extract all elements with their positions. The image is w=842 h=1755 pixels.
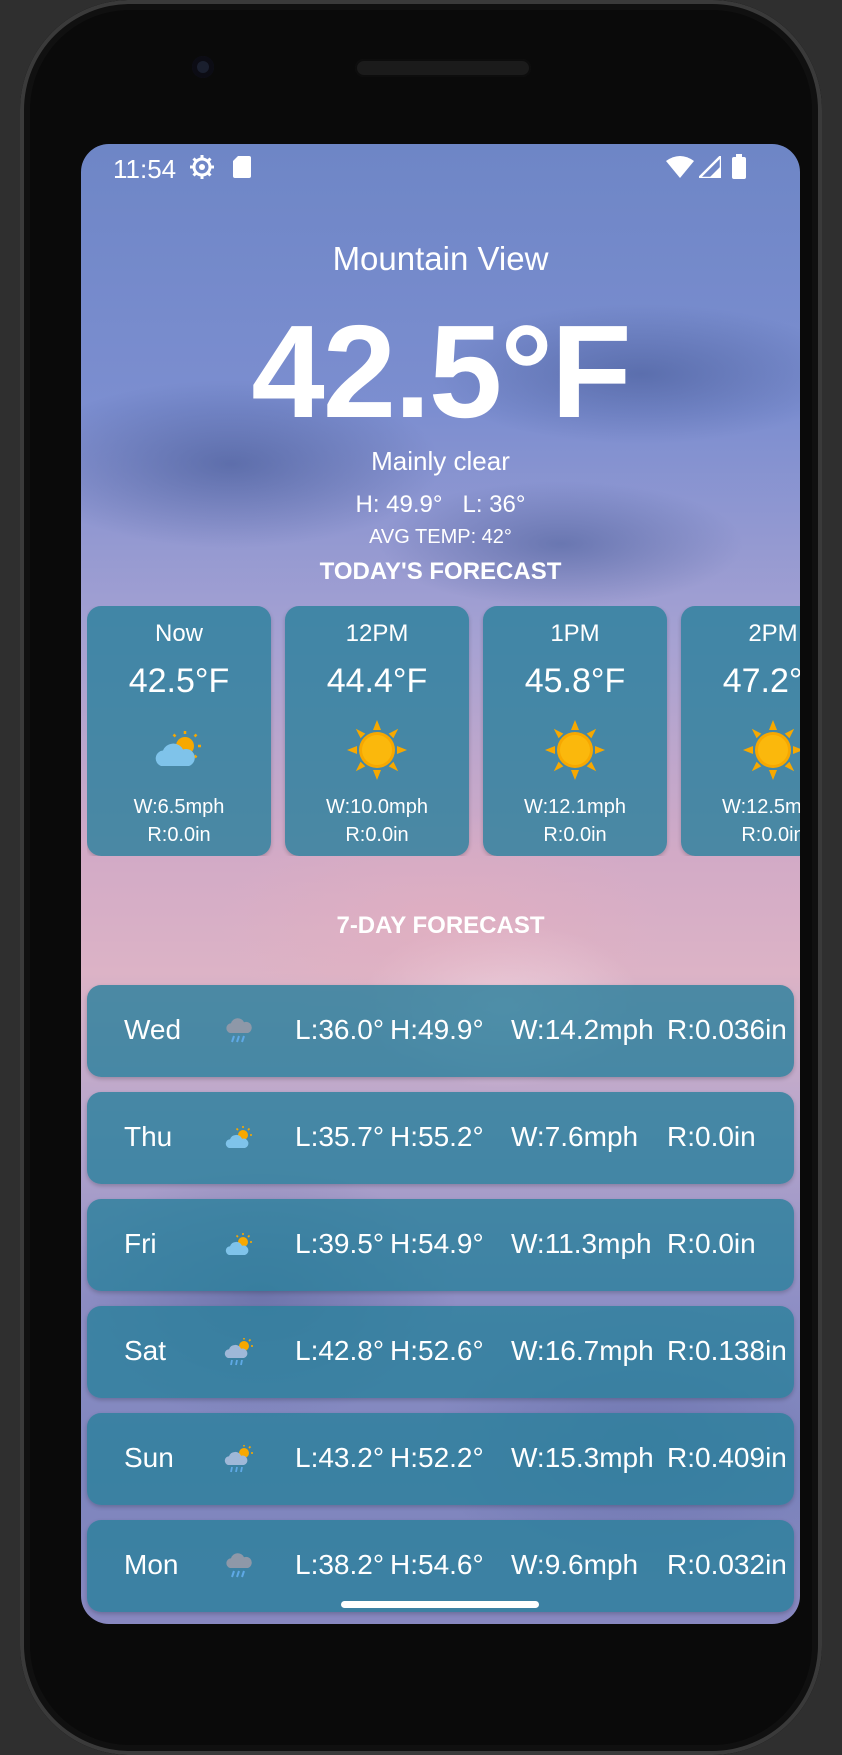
hour-time: Now <box>154 620 203 647</box>
day-rain: R:0.138in <box>667 1335 787 1366</box>
day-rain: R:0.036in <box>667 1014 787 1045</box>
day-low-temp: L:38.2° <box>295 1549 385 1580</box>
day-wind: W:14.2mph <box>511 1014 654 1045</box>
day-high-temp: H:52.6° <box>390 1335 484 1366</box>
rain-cloud-icon <box>226 1018 252 1043</box>
status-time: 11:54 <box>113 154 177 184</box>
gear-icon <box>190 155 214 179</box>
sun-icon <box>545 720 605 780</box>
day-name: Thu <box>124 1121 173 1152</box>
partly-cloudy-icon <box>225 1126 252 1148</box>
hour-wind: W:6.5mph <box>133 796 225 818</box>
gesture-home-bar[interactable] <box>341 1601 539 1608</box>
day-row-wed[interactable]: Wed L:36.0° H:49.9° W:14.2mph R:0.036in <box>87 985 794 1077</box>
hour-temperature: 47.2°F <box>722 662 800 700</box>
day-wind: W:15.3mph <box>511 1442 654 1473</box>
day-low-temp: L:43.2° <box>295 1442 385 1473</box>
hour-temperature: 44.4°F <box>326 662 428 700</box>
day-name: Sun <box>124 1442 174 1473</box>
seven-day-forecast-title: 7-DAY FORECAST <box>336 912 545 939</box>
hour-rain: R:0.0in <box>345 824 409 846</box>
wifi-icon <box>666 156 694 178</box>
day-row-sun[interactable]: Sun L:43.2° H:52.2° W:15.3mph R:0.409in <box>87 1413 794 1505</box>
day-rain: R:0.0in <box>667 1121 756 1152</box>
day-high-temp: H:52.2° <box>390 1442 484 1473</box>
sd-card-icon <box>233 156 251 178</box>
hour-rain: R:0.0in <box>147 824 211 846</box>
day-row-sat[interactable]: Sat L:42.8° H:52.6° W:16.7mph R:0.138in <box>87 1306 794 1398</box>
day-rain: R:0.409in <box>667 1442 787 1473</box>
day-high-temp: H:54.9° <box>390 1228 484 1259</box>
day-name: Fri <box>124 1228 157 1259</box>
sun-icon <box>347 720 407 780</box>
current-temperature: 42.5°F <box>251 298 631 445</box>
day-wind: W:11.3mph <box>511 1228 652 1259</box>
hour-temperature: 45.8°F <box>524 662 626 700</box>
day-name: Mon <box>124 1549 179 1580</box>
hour-rain: R:0.0in <box>543 824 607 846</box>
city-name: Mountain View <box>332 240 549 277</box>
hour-card-2pm[interactable]: 2PM 47.2°F W:12.5mph R:0.0in <box>681 606 800 856</box>
weather-condition: Mainly clear <box>371 446 510 476</box>
day-wind: W:7.6mph <box>511 1121 639 1152</box>
hour-card-1pm[interactable]: 1PM 45.8°F W:12.1mph R:0.0in <box>483 606 667 856</box>
earpiece-speaker <box>355 59 531 77</box>
day-wind: W:16.7mph <box>511 1335 654 1366</box>
day-row-mon[interactable]: Mon L:38.2° H:54.6° W:9.6mph R:0.032in <box>87 1520 794 1612</box>
status-bar: 11:54 <box>81 144 800 188</box>
day-high-temp: H:49.9° <box>390 1014 484 1045</box>
rain-cloud-icon <box>226 1553 252 1578</box>
hour-card-12pm[interactable]: 12PM 44.4°F W:10.0mph R:0.0in <box>285 606 469 856</box>
day-low-temp: L:35.7° <box>295 1121 385 1152</box>
high-low-temperature: H: 49.9° L: 36° <box>355 491 526 518</box>
sun-icon <box>743 720 800 780</box>
sun-rain-icon <box>224 1338 253 1366</box>
day-low-temp: L:39.5° <box>295 1228 385 1259</box>
front-camera <box>192 56 214 78</box>
partly-cloudy-icon <box>225 1233 252 1255</box>
day-name: Wed <box>124 1014 182 1045</box>
day-low-temp: L:42.8° <box>295 1335 385 1366</box>
sun-rain-icon <box>224 1445 253 1473</box>
average-temperature: AVG TEMP: 42° <box>369 526 512 548</box>
partly-cloudy-icon <box>155 731 201 766</box>
signal-icon <box>699 156 721 178</box>
hour-card-now[interactable]: Now 42.5°F W:6.5mph R:0.0in <box>87 606 271 856</box>
day-rain: R:0.0in <box>667 1228 756 1259</box>
hour-time: 1PM <box>550 620 600 647</box>
hour-wind: W:12.5mph <box>722 796 800 818</box>
hourly-forecast-scroller[interactable]: Now 42.5°F W:6.5mph R:0.0in 12PM 44.4°F <box>87 606 800 856</box>
hour-wind: W:10.0mph <box>326 796 428 818</box>
hour-rain: R:0.0in <box>741 824 800 846</box>
day-low-temp: L:36.0° <box>295 1014 385 1045</box>
day-row-thu[interactable]: Thu L:35.7° H:55.2° W:7.6mph R:0.0in <box>87 1092 794 1184</box>
day-name: Sat <box>124 1335 167 1366</box>
battery-icon <box>732 154 746 179</box>
day-row-fri[interactable]: Fri L:39.5° H:54.9° W:11.3mph R:0.0in <box>87 1199 794 1291</box>
hour-time: 2PM <box>748 620 798 647</box>
todays-forecast-title: TODAY'S FORECAST <box>319 558 562 585</box>
phone-frame: 11:54 Mountain View 42.5°F Mainly clear … <box>20 0 822 1755</box>
day-wind: W:9.6mph <box>511 1549 639 1580</box>
hour-time: 12PM <box>345 620 409 647</box>
hour-temperature: 42.5°F <box>128 662 230 700</box>
day-high-temp: H:55.2° <box>390 1121 484 1152</box>
day-rain: R:0.032in <box>667 1549 787 1580</box>
app-screen: 11:54 Mountain View 42.5°F Mainly clear … <box>81 144 800 1624</box>
day-high-temp: H:54.6° <box>390 1549 484 1580</box>
hour-wind: W:12.1mph <box>524 796 626 818</box>
